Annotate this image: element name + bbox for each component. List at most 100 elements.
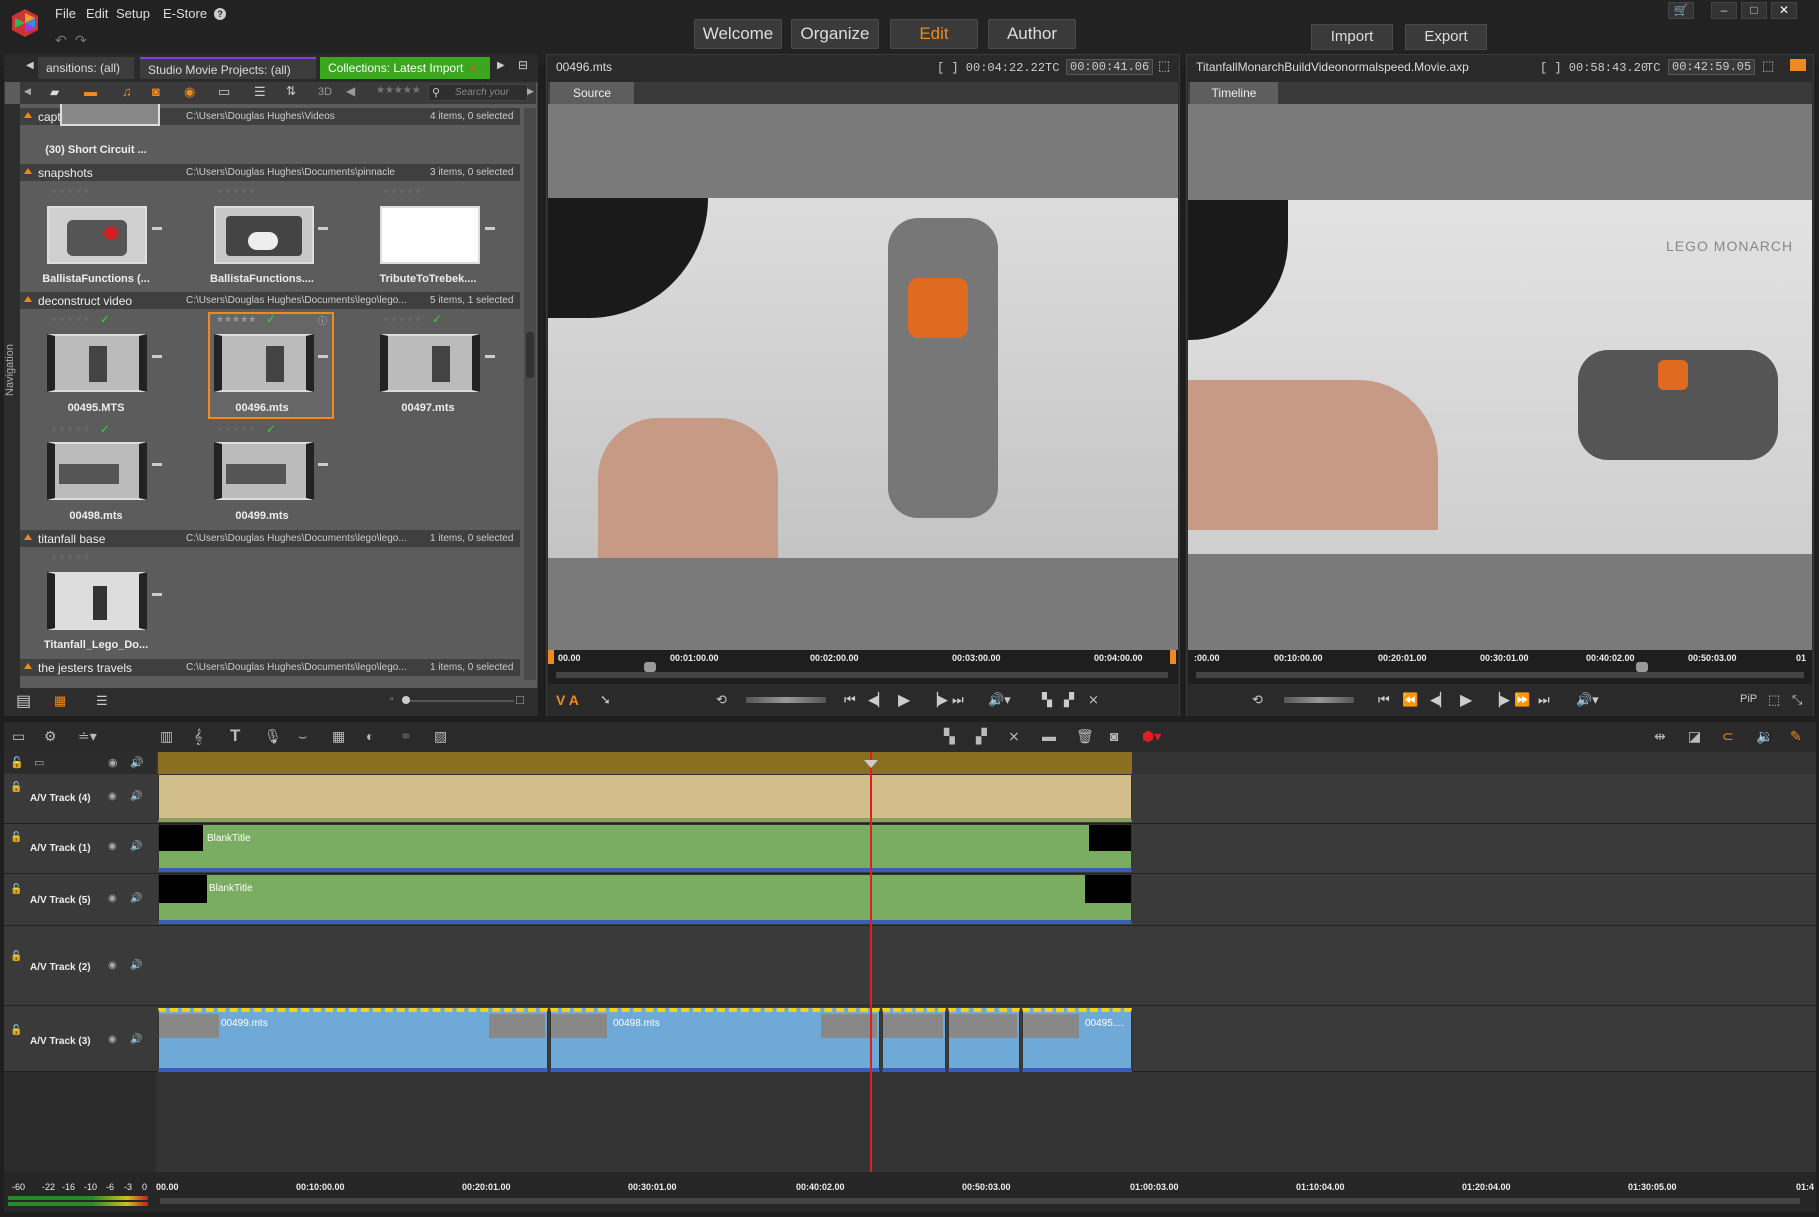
- film-track-icon[interactable]: ▭: [34, 756, 44, 769]
- montage-icon[interactable]: ▦: [332, 728, 345, 745]
- marker-icon[interactable]: ⬢▾: [1142, 728, 1161, 745]
- tab-edit[interactable]: Edit: [890, 19, 978, 49]
- title-editor-icon[interactable]: T: [230, 726, 240, 746]
- motion-tracking-icon[interactable]: ▨: [434, 728, 447, 745]
- resize-icon[interactable]: ⤡: [1792, 692, 1802, 708]
- tag-icon[interactable]: ◀: [346, 84, 355, 98]
- timeline-clip-video[interactable]: 00495....: [1022, 1008, 1132, 1072]
- video-thumb[interactable]: [47, 572, 147, 630]
- eye-icon[interactable]: ◉: [108, 1034, 117, 1045]
- tab-close-icon[interactable]: ×: [469, 61, 476, 75]
- timeline-playhead[interactable]: [870, 752, 872, 1176]
- tab-transitions[interactable]: ansitions: (all): [38, 57, 134, 79]
- step-forward-icon[interactable]: ▕▶: [1490, 692, 1510, 708]
- magnet-split-icon[interactable]: ⇹: [1654, 728, 1666, 745]
- speaker-icon[interactable]: 🔊: [130, 960, 142, 971]
- tab-timeline[interactable]: Timeline: [1190, 82, 1278, 104]
- sort-icon[interactable]: ⇅: [286, 84, 296, 98]
- search-box[interactable]: ⚲ Search your: [428, 84, 528, 101]
- source-ruler[interactable]: 00.00 00:01:00.00 00:02:00.00 00:03:00.0…: [548, 650, 1178, 684]
- rating-stars[interactable]: ★★★★★: [382, 186, 422, 197]
- import-button[interactable]: Import: [1311, 24, 1393, 50]
- capture-thumb[interactable]: [60, 104, 160, 126]
- timeline-preview-playhead[interactable]: [1636, 662, 1648, 672]
- rating-stars[interactable]: ★★★★★: [216, 186, 256, 197]
- disc-menu-icon[interactable]: ◐: [366, 728, 374, 744]
- eye-icon[interactable]: ◉: [108, 960, 117, 971]
- volume-icon[interactable]: 🔊▾: [988, 692, 1011, 708]
- mark-out-handle[interactable]: [1170, 650, 1176, 664]
- ripple-icon[interactable]: ▬: [1042, 728, 1056, 744]
- go-to-end-icon[interactable]: ⏭: [952, 692, 964, 708]
- clip-menu-icon[interactable]: ▬: [152, 350, 162, 361]
- group-deconstruct-video[interactable]: deconstruct videoC:\Users\Douglas Hughes…: [20, 292, 520, 309]
- timeline-clip-video[interactable]: [948, 1008, 1020, 1072]
- timeline-scrub-bar[interactable]: [1196, 672, 1804, 678]
- video-filter-icon[interactable]: ▬: [84, 84, 97, 99]
- timeline-clip-title[interactable]: BlankTitle: [158, 824, 1132, 872]
- menu-file[interactable]: File: [55, 6, 76, 21]
- loop-icon[interactable]: ⟲: [716, 692, 727, 708]
- timeline-clip-video[interactable]: 00498.mts: [550, 1008, 880, 1072]
- lock-icon[interactable]: 🔓: [10, 782, 22, 793]
- storyboard-icon[interactable]: ▭: [12, 728, 25, 745]
- menu-edit[interactable]: Edit: [86, 6, 108, 21]
- tab-collections-latest-import[interactable]: Collections: Latest Import×: [320, 57, 490, 79]
- prev-edit-icon[interactable]: ⏪: [1402, 692, 1418, 708]
- source-playhead[interactable]: [644, 662, 656, 672]
- timeline-clip-tan[interactable]: [158, 774, 1132, 822]
- loop-icon[interactable]: ⟲: [1252, 692, 1263, 708]
- timeline-clip-title[interactable]: BlankTitle: [158, 874, 1132, 924]
- info-icon[interactable]: ⓘ: [318, 314, 327, 327]
- folder-icon[interactable]: ▭: [218, 84, 230, 100]
- go-to-end-icon[interactable]: ⏭: [1538, 692, 1550, 708]
- speaker-icon[interactable]: 🔊: [130, 893, 142, 904]
- video-thumb[interactable]: [380, 334, 480, 392]
- zoom-slider[interactable]: [404, 700, 514, 702]
- rating-stars[interactable]: ★★★★★: [50, 424, 90, 435]
- tab-movie-projects[interactable]: Studio Movie Projects: (all): [140, 57, 316, 79]
- tab-scroll-left-icon[interactable]: ◀: [26, 60, 34, 71]
- snapshot-icon[interactable]: ◙: [1110, 728, 1118, 744]
- audio-mixer-icon[interactable]: ▥: [160, 728, 173, 745]
- timeline-ruler[interactable]: 00.00 00:10:00.00 00:20:01.00 00:30:01.0…: [156, 1172, 1816, 1212]
- settings-icon[interactable]: ⚙: [44, 728, 57, 745]
- tab-author[interactable]: Author: [988, 19, 1076, 49]
- scrollbar-thumb[interactable]: [526, 332, 534, 378]
- redo-icon[interactable]: ↷: [75, 32, 87, 49]
- menu-setup[interactable]: Setup: [116, 6, 150, 21]
- rating-stars[interactable]: ★★★★★: [216, 314, 256, 325]
- source-timecode[interactable]: 00:00:41.06: [1066, 59, 1153, 75]
- toolbar-more-icon[interactable]: ▶: [527, 86, 534, 97]
- rating-stars[interactable]: ★★★★★: [382, 314, 422, 325]
- audio-filter-icon[interactable]: ♫: [122, 84, 132, 99]
- timeline-preview-ruler[interactable]: :00.00 00:10:00.00 00:20:01.00 00:30:01.…: [1188, 650, 1812, 684]
- timeline-timecode[interactable]: 00:42:59.05: [1668, 59, 1755, 75]
- step-forward-icon[interactable]: ▕▶: [928, 692, 948, 708]
- clear-marks-icon[interactable]: ⨯: [1088, 692, 1099, 708]
- transition-icon[interactable]: ⌣: [298, 728, 307, 745]
- clip-menu-icon[interactable]: ▬: [318, 350, 328, 361]
- list-view-icon[interactable]: ☰: [96, 693, 108, 709]
- zoom-out-icon[interactable]: ▫: [390, 694, 394, 705]
- video-thumb[interactable]: [47, 334, 147, 392]
- tab-scroll-right-icon[interactable]: ▶: [497, 60, 505, 71]
- delete-icon[interactable]: 🗑: [1076, 728, 1094, 745]
- tab-welcome[interactable]: Welcome: [694, 19, 782, 49]
- video-thumb[interactable]: [47, 442, 147, 500]
- play-icon[interactable]: ▶: [1460, 690, 1472, 710]
- tab-organize[interactable]: Organize: [791, 19, 879, 49]
- grid-view-icon[interactable]: ▦: [54, 693, 66, 709]
- video-thumb[interactable]: [214, 334, 314, 392]
- rating-stars[interactable]: ★★★★★: [50, 186, 90, 197]
- go-to-start-icon[interactable]: ⏮: [1378, 692, 1390, 708]
- next-edit-icon[interactable]: ⏩: [1514, 692, 1530, 708]
- mark-in-icon[interactable]: ▚: [1042, 692, 1052, 708]
- rating-stars[interactable]: ★★★★★: [216, 424, 256, 435]
- clip-menu-icon[interactable]: ▬: [152, 588, 162, 599]
- timeline-clip-video[interactable]: 00499.mts: [158, 1008, 548, 1072]
- scorefitter-icon[interactable]: 𝄞: [194, 728, 202, 745]
- speaker-muted-icon[interactable]: 🔊: [130, 1034, 142, 1045]
- send-to-timeline-icon[interactable]: ➘: [600, 692, 611, 708]
- track-options-icon[interactable]: ≐▾: [78, 728, 97, 745]
